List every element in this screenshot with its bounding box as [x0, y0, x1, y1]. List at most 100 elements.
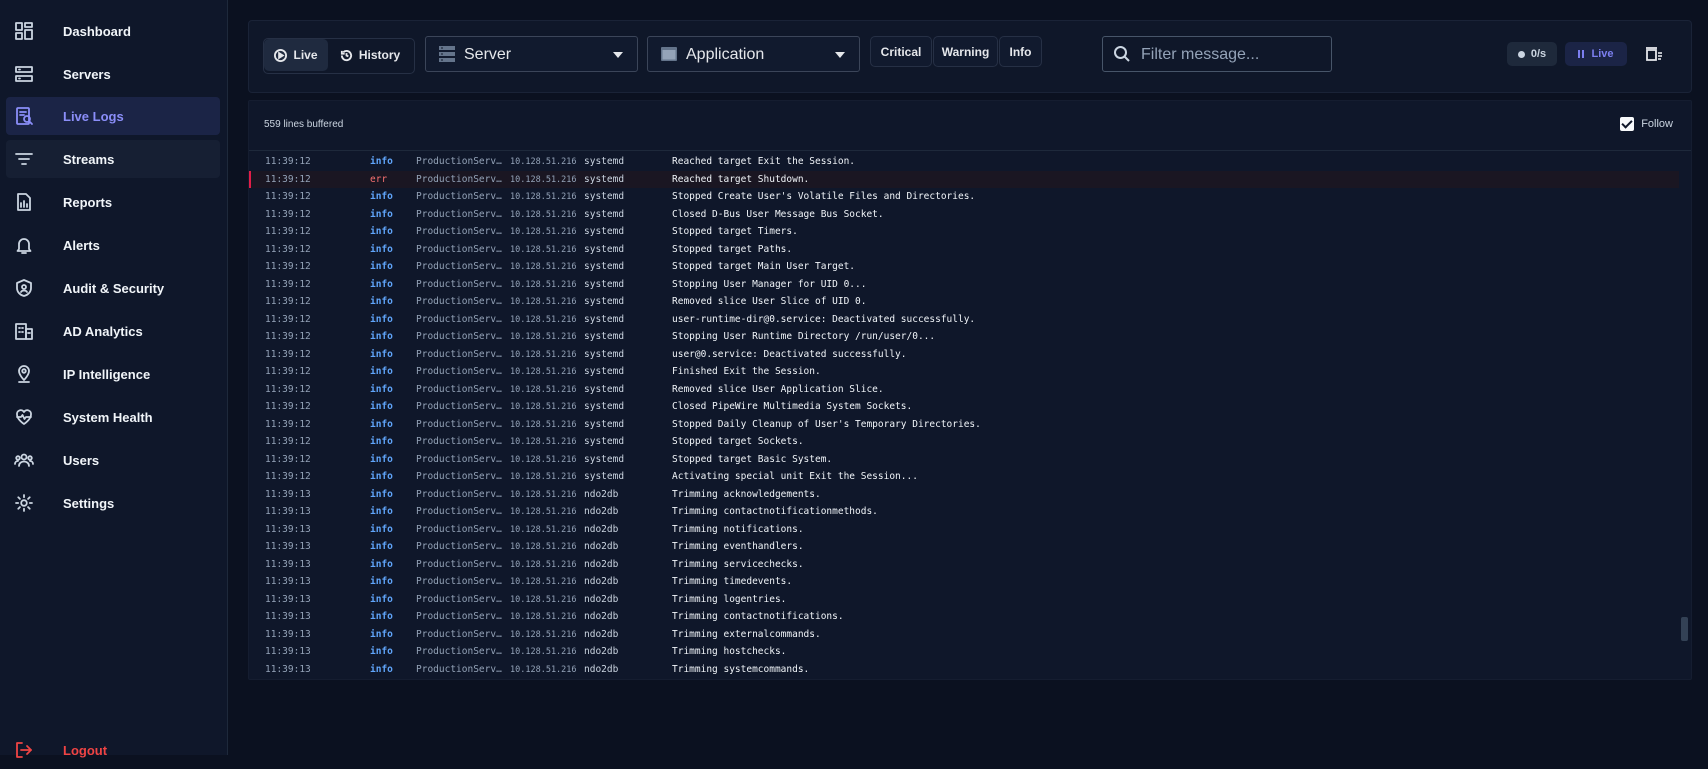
reports-icon	[14, 192, 34, 212]
log-row[interactable]: 11:39:12 info ProductionServ… 10.128.51.216…	[249, 188, 1679, 206]
application-select-value: Application	[686, 46, 765, 63]
log-row[interactable]: 11:39:12 info ProductionServ… 10.128.51.216…	[249, 153, 1679, 171]
sidebar-item-servers[interactable]: Servers	[6, 55, 220, 93]
log-host: ProductionServ…	[416, 278, 502, 290]
sidebar-item-system-health[interactable]: System Health	[6, 398, 220, 436]
log-row[interactable]: 11:39:13 info ProductionServ… 10.128.51.216…	[249, 626, 1679, 644]
sidebar-item-ip-intelligence[interactable]: IP Intelligence	[6, 355, 220, 393]
sidebar-item-reports[interactable]: Reports	[6, 183, 220, 221]
log-level: info	[370, 523, 393, 535]
sidebar-item-live-logs[interactable]: Live Logs	[6, 97, 220, 135]
log-app: systemd	[584, 331, 625, 342]
log-row[interactable]: 11:39:12 info ProductionServ… 10.128.51.216…	[249, 433, 1679, 451]
filter-critical-button[interactable]: Critical	[870, 36, 932, 67]
buffered-count: 559 lines buffered	[264, 119, 344, 130]
log-row[interactable]: 11:39:13 info ProductionServ… 10.128.51.216…	[249, 661, 1679, 679]
log-app: ndo2db	[584, 506, 619, 517]
log-app: ndo2db	[584, 488, 619, 500]
log-row[interactable]: 11:39:13 info ProductionServ… 10.128.51.216…	[249, 643, 1679, 661]
rate-indicator: 0/s	[1507, 42, 1557, 66]
sidebar-item-dashboard[interactable]: Dashboard	[6, 12, 220, 50]
log-host: ProductionServ…	[416, 558, 502, 570]
log-row[interactable]: 11:39:12 info ProductionServ… 10.128.51.216…	[249, 293, 1679, 311]
sidebar-item-ad-analytics[interactable]: AD Analytics	[6, 312, 220, 350]
sidebar-item-label: Alerts	[63, 238, 100, 253]
log-row[interactable]: 11:39:13 info ProductionServ… 10.128.51.216…	[249, 591, 1679, 609]
log-row[interactable]: 11:39:12 info ProductionServ… 10.128.51.216…	[249, 416, 1679, 434]
log-row[interactable]: 11:39:12 info ProductionServ… 10.128.51.216…	[249, 241, 1679, 259]
dashboard-icon	[14, 21, 34, 41]
log-host: ProductionServ…	[416, 208, 502, 220]
log-host: ProductionServ…	[416, 471, 502, 482]
log-app: systemd	[584, 453, 625, 465]
log-row[interactable]: 11:39:12 info ProductionServ… 10.128.51.216…	[249, 276, 1679, 294]
server-select[interactable]: Server	[425, 36, 638, 72]
live-pause-button[interactable]: Live	[1565, 42, 1627, 66]
log-row[interactable]: 11:39:12 info ProductionServ… 10.128.51.216…	[249, 206, 1679, 224]
log-row[interactable]: 11:39:12 info ProductionServ… 10.128.51.216…	[249, 451, 1679, 469]
log-row[interactable]: 11:39:12 info ProductionServ… 10.128.51.216…	[249, 258, 1679, 276]
log-host: ProductionServ…	[416, 191, 502, 202]
log-message: Activating special unit Exit the Session…	[672, 471, 918, 482]
log-app: ndo2db	[584, 541, 619, 552]
log-row[interactable]: 11:39:12 err ProductionServ… 10.128.51.216 s…	[249, 170, 1679, 188]
bell-icon	[14, 235, 34, 255]
history-mode-button[interactable]: History	[329, 39, 411, 71]
log-level: info	[370, 646, 393, 657]
sidebar-item-label: System Health	[63, 410, 153, 425]
search-input[interactable]	[1139, 44, 1323, 66]
log-row[interactable]: 11:39:13 info ProductionServ… 10.128.51.216…	[249, 521, 1679, 539]
sidebar-item-audit-security[interactable]: Audit & Security	[6, 269, 220, 307]
filter-warning-button[interactable]: Warning	[933, 36, 998, 67]
log-list: 11:39:12 info ProductionServ… 10.128.51.216…	[249, 153, 1679, 678]
log-message: Stopping User Manager for UID 0...	[672, 278, 867, 290]
log-level: info	[370, 191, 393, 202]
sidebar-item-alerts[interactable]: Alerts	[6, 226, 220, 264]
log-ip: 10.128.51.216	[510, 629, 577, 640]
live-mode-button[interactable]: Live	[264, 39, 328, 71]
log-level: info	[370, 401, 393, 412]
follow-toggle[interactable]: Follow	[1620, 117, 1673, 131]
log-row[interactable]: 11:39:12 info ProductionServ… 10.128.51.216…	[249, 223, 1679, 241]
map-pin-icon	[14, 364, 34, 384]
sidebar-item-settings[interactable]: Settings	[6, 484, 220, 522]
log-row[interactable]: 11:39:13 info ProductionServ… 10.128.51.216…	[249, 573, 1679, 591]
log-row[interactable]: 11:39:12 info ProductionServ… 10.128.51.216…	[249, 346, 1679, 364]
log-ip: 10.128.51.216	[510, 402, 577, 412]
follow-checkbox[interactable]	[1620, 117, 1635, 131]
sidebar-item-streams[interactable]: Streams	[6, 140, 220, 178]
scrollbar[interactable]	[1681, 155, 1688, 673]
log-app: systemd	[584, 348, 625, 360]
log-row[interactable]: 11:39:13 info ProductionServ… 10.128.51.216…	[249, 608, 1679, 626]
log-ip: 10.128.51.216	[510, 542, 577, 552]
log-time: 11:39:12	[265, 191, 311, 202]
log-message: Stopped Create User's Volatile Files and…	[672, 191, 976, 202]
logout-button[interactable]: Logout	[6, 731, 220, 769]
scrollbar-thumb[interactable]	[1681, 617, 1688, 641]
log-ip: 10.128.51.216	[510, 454, 577, 465]
log-app: ndo2db	[584, 663, 619, 675]
server-select-value: Server	[464, 46, 512, 63]
log-row[interactable]: 11:39:13 info ProductionServ… 10.128.51.216…	[249, 538, 1679, 556]
sidebar-item-label: Dashboard	[63, 24, 131, 39]
application-select[interactable]: Application	[647, 36, 860, 72]
log-row[interactable]: 11:39:12 info ProductionServ… 10.128.51.216…	[249, 468, 1679, 486]
log-row[interactable]: 11:39:12 info ProductionServ… 10.128.51.216…	[249, 381, 1679, 399]
clear-logs-icon[interactable]	[1643, 44, 1663, 64]
log-row[interactable]: 11:39:12 info ProductionServ… 10.128.51.216…	[249, 363, 1679, 381]
log-row[interactable]: 11:39:12 info ProductionServ… 10.128.51.216…	[249, 398, 1679, 416]
filter-info-button[interactable]: Info	[999, 36, 1042, 67]
log-message: Removed slice User Slice of UID 0.	[672, 296, 867, 307]
log-message: Stopped target Timers.	[672, 226, 798, 237]
log-row[interactable]: 11:39:13 info ProductionServ… 10.128.51.216…	[249, 486, 1679, 504]
history-icon	[340, 49, 352, 61]
log-row[interactable]: 11:39:13 info ProductionServ… 10.128.51.216…	[249, 503, 1679, 521]
sidebar-item-users[interactable]: Users	[6, 441, 220, 479]
log-host: ProductionServ…	[416, 628, 502, 640]
log-row[interactable]: 11:39:12 info ProductionServ… 10.128.51.216…	[249, 328, 1679, 346]
log-app: systemd	[584, 208, 625, 220]
log-row[interactable]: 11:39:12 info ProductionServ… 10.128.51.216…	[249, 311, 1679, 329]
log-row[interactable]: 11:39:13 info ProductionServ… 10.128.51.216…	[249, 556, 1679, 574]
log-level: info	[370, 611, 393, 622]
log-time: 11:39:12	[265, 453, 311, 465]
